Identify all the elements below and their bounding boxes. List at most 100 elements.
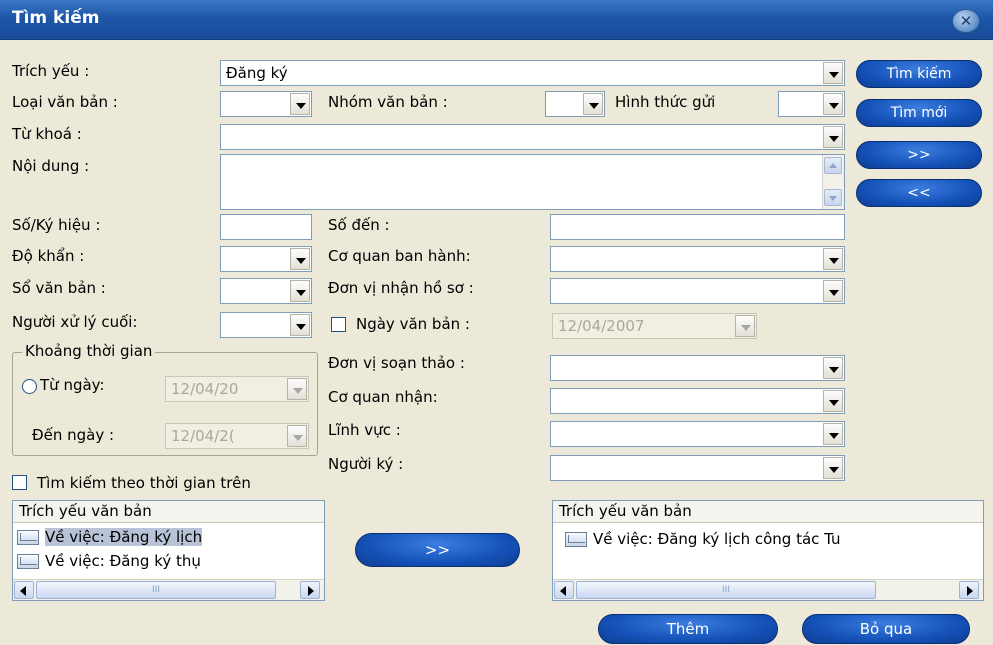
label-don-vi-nhan-ho-so: Đơn vị nhận hồ sơ : [328, 279, 474, 297]
don-vi-nhan-ho-so-combo[interactable] [550, 278, 845, 304]
left-list-header: Trích yếu văn bản [13, 501, 324, 523]
list-item[interactable]: Về việc: Đăng ký lịch công tác Tu [565, 529, 841, 551]
label-nguoi-xu-ly-cuoi: Người xử lý cuối: [12, 313, 138, 331]
chevron-down-icon[interactable] [290, 314, 310, 336]
window-title: Tìm kiếm [12, 8, 100, 28]
so-ky-hieu-input[interactable] [220, 214, 312, 240]
label-linh-vuc: Lĩnh vực : [328, 421, 401, 439]
label-tim-kiem-theo-thoi-gian: Tìm kiếm theo thời gian trên [37, 474, 251, 492]
bo-qua-button[interactable]: Bỏ qua [802, 614, 970, 644]
tu-khoa-combo[interactable] [220, 124, 845, 150]
label-tu-khoa: Từ khoá : [12, 125, 82, 143]
right-list-hscroll[interactable]: III [553, 579, 983, 600]
linh-vuc-combo[interactable] [550, 421, 845, 447]
transfer-button[interactable]: >> [355, 533, 520, 567]
list-item[interactable]: Về việc: Đăng ký thụ [17, 551, 201, 573]
tu-ngay-date[interactable]: 12/04/20 [165, 376, 309, 402]
scroll-down-icon[interactable] [824, 189, 842, 206]
nhom-van-ban-combo[interactable] [545, 91, 605, 117]
chevron-down-icon[interactable] [823, 248, 843, 270]
label-noi-dung: Nội dung : [12, 157, 90, 175]
chevron-down-icon[interactable] [583, 93, 603, 115]
tu-ngay-value: 12/04/20 [171, 380, 239, 398]
so-van-ban-combo[interactable] [220, 278, 312, 304]
trich-yeu-combo[interactable]: Đăng ký [220, 60, 845, 86]
khoang-thoi-gian-legend: Khoảng thời gian [22, 342, 156, 360]
loai-van-ban-combo[interactable] [220, 91, 312, 117]
ngay-van-ban-date[interactable]: 12/04/2007 [552, 313, 757, 339]
chevron-down-icon[interactable] [287, 378, 307, 400]
ngay-van-ban-value: 12/04/2007 [558, 317, 645, 335]
chevron-down-icon[interactable] [290, 93, 310, 115]
scroll-left-icon[interactable] [554, 581, 574, 599]
list-item-label: Về việc: Đăng ký thụ [45, 552, 201, 570]
chevron-down-icon[interactable] [735, 315, 755, 337]
noi-dung-scrollbar[interactable] [822, 155, 844, 209]
chevron-down-icon[interactable] [823, 280, 843, 302]
label-ngay-van-ban: Ngày văn bản : [356, 315, 470, 333]
chevron-down-icon[interactable] [287, 425, 307, 447]
chevron-down-icon[interactable] [823, 93, 843, 115]
chevron-down-icon[interactable] [823, 423, 843, 445]
scroll-right-icon[interactable] [959, 581, 979, 599]
envelope-icon [17, 530, 39, 545]
trich-yeu-value: Đăng ký [226, 64, 288, 82]
nguoi-ky-combo[interactable] [550, 455, 845, 481]
next-button[interactable]: >> [856, 141, 982, 169]
so-den-input[interactable] [550, 214, 845, 240]
nguoi-xu-ly-cuoi-combo[interactable] [220, 312, 312, 338]
tim-moi-button[interactable]: Tìm mới [856, 99, 982, 127]
chevron-down-icon[interactable] [823, 457, 843, 479]
den-ngay-date[interactable]: 12/04/2( [165, 423, 309, 449]
left-list[interactable]: Trích yếu văn bản Về việc: Đăng ký lịch … [12, 500, 325, 601]
label-so-van-ban: Sổ văn bản : [12, 279, 106, 297]
scroll-thumb[interactable]: III [576, 581, 876, 599]
tim-kiem-button[interactable]: Tìm kiếm [856, 60, 982, 88]
noi-dung-textarea[interactable] [220, 154, 845, 210]
chevron-down-icon[interactable] [290, 280, 310, 302]
label-don-vi-soan-thao: Đơn vị soạn thảo : [328, 354, 465, 372]
don-vi-soan-thao-combo[interactable] [550, 355, 845, 381]
right-list-header: Trích yếu văn bản [553, 501, 983, 523]
list-item[interactable]: Về việc: Đăng ký lịch [17, 527, 203, 549]
scroll-right-icon[interactable] [300, 581, 320, 599]
do-khan-combo[interactable] [220, 246, 312, 272]
right-list[interactable]: Trích yếu văn bản Về việc: Đăng ký lịch … [552, 500, 984, 601]
list-item-label: Về việc: Đăng ký lịch [45, 528, 203, 546]
scroll-left-icon[interactable] [14, 581, 34, 599]
chevron-down-icon[interactable] [823, 126, 843, 148]
label-nguoi-ky: Người ký : [328, 455, 404, 473]
label-hinh-thuc-gui: Hình thức gửi [615, 93, 716, 111]
label-nhom-van-ban: Nhóm văn bản : [328, 93, 448, 111]
label-so-den: Số đến : [328, 216, 390, 234]
label-trich-yeu: Trích yếu : [12, 62, 90, 80]
ngay-van-ban-checkbox[interactable] [331, 317, 346, 332]
chevron-down-icon[interactable] [823, 62, 843, 84]
co-quan-ban-hanh-combo[interactable] [550, 246, 845, 272]
left-list-hscroll[interactable]: III [13, 579, 324, 600]
label-den-ngay: Đến ngày : [32, 426, 115, 444]
list-item-label: Về việc: Đăng ký lịch công tác Tu [593, 530, 841, 548]
envelope-icon [17, 554, 39, 569]
close-icon[interactable]: ✕ [952, 9, 980, 33]
label-co-quan-ban-hanh: Cơ quan ban hành: [328, 247, 471, 265]
label-do-khan: Độ khẩn : [12, 247, 85, 265]
label-tu-ngay: Từ ngày: [40, 376, 105, 394]
tu-ngay-radio[interactable] [22, 379, 37, 394]
tim-kiem-theo-thoi-gian-checkbox[interactable] [12, 475, 27, 490]
den-ngay-value: 12/04/2( [171, 427, 235, 445]
scroll-thumb[interactable]: III [36, 581, 276, 599]
them-button[interactable]: Thêm [598, 614, 778, 644]
title-bar [0, 0, 993, 40]
prev-button[interactable]: << [856, 179, 982, 207]
chevron-down-icon[interactable] [823, 390, 843, 412]
hinh-thuc-gui-combo[interactable] [778, 91, 845, 117]
co-quan-nhan-combo[interactable] [550, 388, 845, 414]
label-co-quan-nhan: Cơ quan nhận: [328, 388, 438, 406]
chevron-down-icon[interactable] [290, 248, 310, 270]
label-loai-van-ban: Loại văn bản : [12, 93, 118, 111]
chevron-down-icon[interactable] [823, 357, 843, 379]
label-so-ky-hieu: Số/Ký hiệu : [12, 216, 101, 234]
scroll-up-icon[interactable] [824, 157, 842, 174]
envelope-icon [565, 532, 587, 547]
